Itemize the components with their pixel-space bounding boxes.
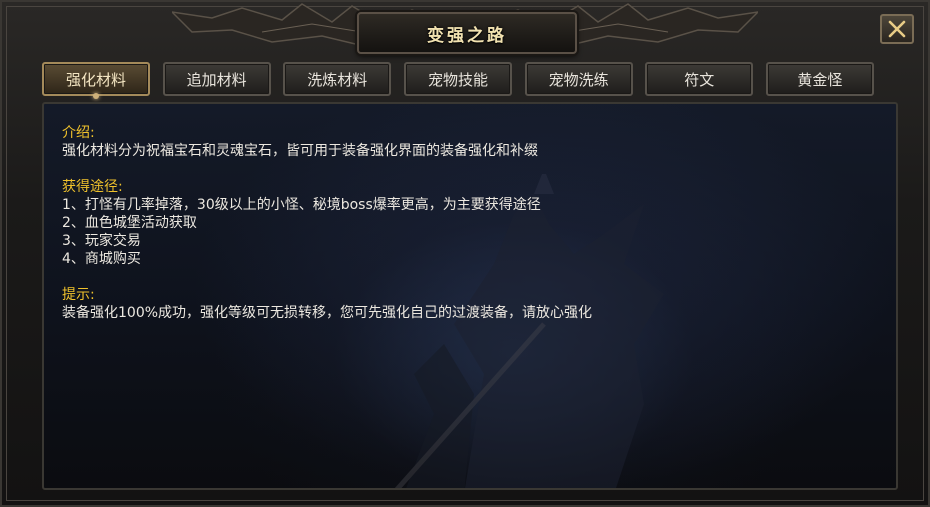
close-button[interactable] xyxy=(880,14,914,44)
content-panel: 介绍: 强化材料分为祝福宝石和灵魂宝石，皆可用于装备强化界面的装备强化和补缀 获… xyxy=(42,102,898,490)
tab-enhance-materials[interactable]: 强化材料 xyxy=(42,62,150,99)
tab-pet-refine[interactable]: 宠物洗练 xyxy=(524,62,633,96)
tab-refine-materials[interactable]: 洗炼材料 xyxy=(283,62,392,96)
tab-label: 符文 xyxy=(684,70,715,89)
intro-heading: 介绍: xyxy=(62,125,95,141)
tab-golden-monsters[interactable]: 黄金怪 xyxy=(765,62,874,96)
tab-label: 宠物技能 xyxy=(427,70,488,89)
tab-label: 洗炼材料 xyxy=(307,70,368,89)
close-icon xyxy=(888,20,906,38)
tab-label: 追加材料 xyxy=(186,70,247,89)
dialog-frame: 变强之路 强化材料 追加材料 洗炼材料 宠物技能 宠物洗练 符文 黄金怪 介绍:… xyxy=(0,0,930,507)
tip-heading: 提示: xyxy=(62,287,95,303)
tab-append-materials[interactable]: 追加材料 xyxy=(162,62,271,96)
source-item: 2、血色城堡活动获取 xyxy=(62,215,197,231)
tab-label: 强化材料 xyxy=(65,70,126,89)
tab-label: 黄金怪 xyxy=(797,70,843,89)
title-plate: 变强之路 xyxy=(357,12,577,54)
tip-text: 装备强化100%成功，强化等级可无损转移，您可先强化自己的过渡装备，请放心强化 xyxy=(62,305,593,321)
source-item: 4、商城购买 xyxy=(62,251,141,267)
source-item: 1、打怪有几率掉落，30级以上的小怪、秘境boss爆率更高，为主要获得途径 xyxy=(62,197,541,213)
source-item: 3、玩家交易 xyxy=(62,233,141,249)
window-title: 变强之路 xyxy=(427,25,507,46)
tab-pet-skills[interactable]: 宠物技能 xyxy=(403,62,512,96)
tab-label: 宠物洗练 xyxy=(548,70,609,89)
tab-runes[interactable]: 符文 xyxy=(645,62,754,96)
info-text: 介绍: 强化材料分为祝福宝石和灵魂宝石，皆可用于装备强化界面的装备强化和补缀 获… xyxy=(62,124,862,322)
intro-text: 强化材料分为祝福宝石和灵魂宝石，皆可用于装备强化界面的装备强化和补缀 xyxy=(62,143,538,159)
tab-bar: 强化材料 追加材料 洗炼材料 宠物技能 宠物洗练 符文 黄金怪 xyxy=(42,62,874,99)
source-heading: 获得途径: xyxy=(62,179,123,195)
